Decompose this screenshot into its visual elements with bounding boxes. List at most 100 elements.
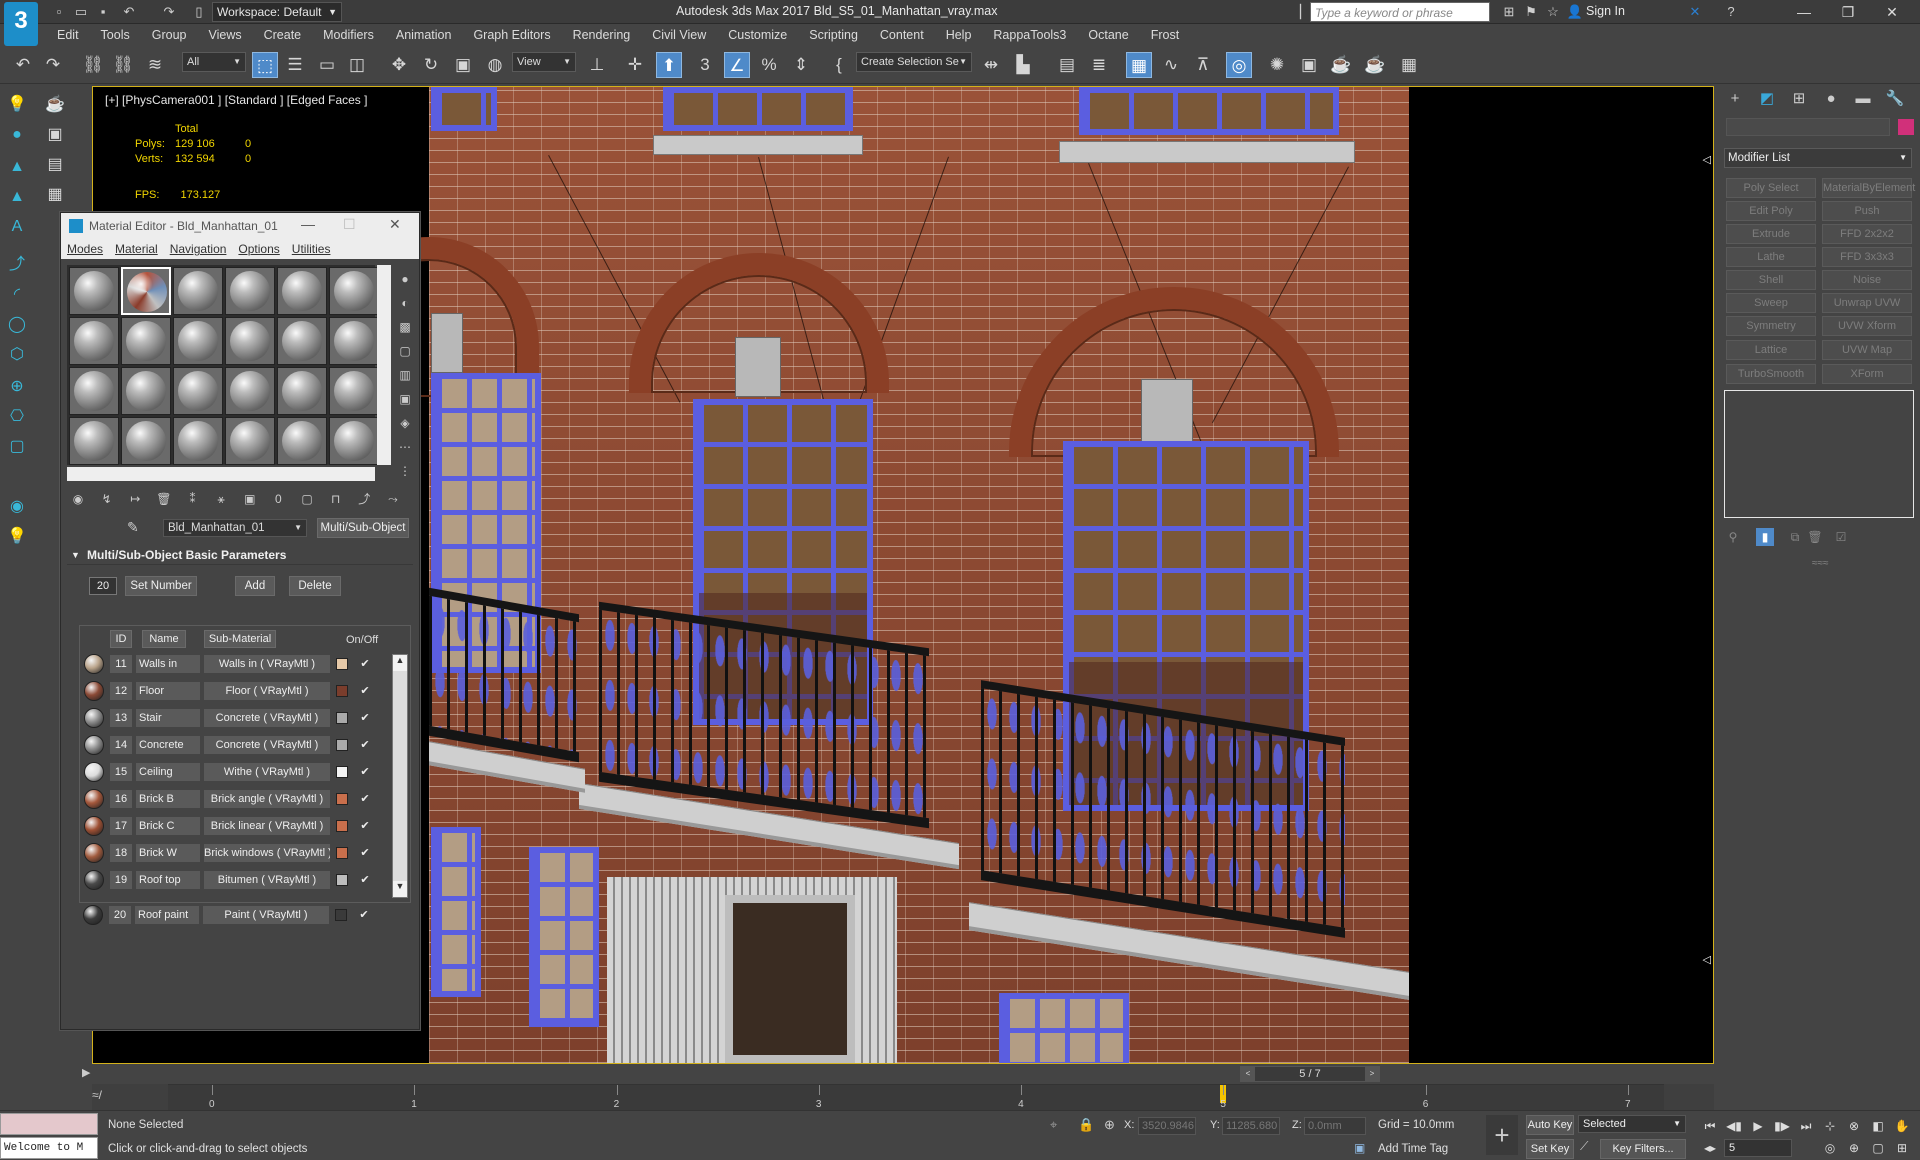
viewport-label[interactable]: [+] [PhysCamera001 ] [Standard ] [Edged …	[105, 93, 367, 107]
exchange-apps-icon[interactable]: ✕	[1686, 3, 1704, 21]
select-by-material-icon[interactable]: ⋯	[395, 437, 415, 457]
menu-help[interactable]: Help	[935, 28, 983, 42]
submat-name-field[interactable]: Stair	[136, 709, 200, 727]
submat-color-swatch[interactable]	[336, 658, 348, 670]
slot-vertical-scrollbar[interactable]	[377, 265, 391, 465]
maximize-icon[interactable]: ☐	[343, 216, 356, 233]
material-editor-titlebar[interactable]: Material Editor - Bld_Manhattan_01 — ☐ ✕	[61, 213, 419, 239]
pin-stack-icon[interactable]: ⚲	[1724, 528, 1742, 546]
submat-name-field[interactable]: Walls in	[136, 655, 200, 673]
track-bar-ruler[interactable]: 0 1 2 3 4 5 6 7	[168, 1084, 1664, 1110]
submat-onoff-checkbox[interactable]: ✔	[358, 819, 372, 833]
maxscript-listener-mini[interactable]	[0, 1113, 98, 1135]
rollout-header[interactable]: ▼ Multi/Sub-Object Basic Parameters	[67, 545, 413, 565]
x-coord-field[interactable]: 3520.9846	[1138, 1117, 1196, 1135]
submat-onoff-checkbox[interactable]: ✔	[358, 738, 372, 752]
help-icon[interactable]: ?	[1722, 3, 1740, 21]
select-manipulate-icon[interactable]: ✛	[622, 52, 648, 78]
submat-name-field[interactable]: Ceiling	[136, 763, 200, 781]
modifier-button[interactable]: Shell	[1726, 270, 1816, 290]
orbit-subobject-icon[interactable]: ⊕	[1844, 1139, 1864, 1157]
sample-slot[interactable]	[121, 367, 171, 415]
uv-tiling-icon[interactable]: ▢	[395, 341, 415, 361]
open-file-icon[interactable]: ▭	[72, 3, 90, 21]
next-frame-icon[interactable]: ▮▶	[1772, 1117, 1792, 1135]
show-shaded-icon[interactable]: ▢	[296, 489, 318, 509]
selection-region-icon[interactable]: ▭	[314, 52, 340, 78]
helper-icon[interactable]: ⊕	[6, 376, 28, 398]
time-config-icon[interactable]: ⊞	[1892, 1139, 1912, 1157]
select-object-icon[interactable]: ⬚	[252, 52, 278, 78]
submat-onoff-checkbox[interactable]: ✔	[358, 846, 372, 860]
named-selection-dropdown[interactable]: Create Selection Se ▼	[856, 52, 972, 72]
time-tag-icon[interactable]: ▣	[1354, 1141, 1365, 1155]
spinner-snap-icon[interactable]: ⇕	[788, 52, 814, 78]
submat-button[interactable]: Concrete ( VRayMtl )	[204, 736, 330, 754]
undo-icon[interactable]: ↶	[120, 3, 138, 21]
render-production-icon[interactable]: ☕	[1328, 52, 1354, 78]
go-to-start-icon[interactable]: ⏮	[1700, 1117, 1720, 1135]
col-id-button[interactable]: ID	[110, 630, 132, 648]
modifier-button[interactable]: Lattice	[1726, 340, 1816, 360]
move-icon[interactable]: ✥	[386, 52, 412, 78]
menu-customize[interactable]: Customize	[717, 28, 798, 42]
submat-name-field[interactable]: Roof top	[136, 871, 200, 889]
current-frame-input[interactable]: 5	[1724, 1139, 1792, 1157]
submat-button[interactable]: Concrete ( VRayMtl )	[204, 709, 330, 727]
workspace-dropdown[interactable]: Workspace: Default ▼	[212, 2, 342, 22]
bend-icon[interactable]: ⤴	[6, 254, 28, 276]
search-input[interactable]: Type a keyword or phrase	[1310, 2, 1490, 22]
me-menu-utilities[interactable]: Utilities	[286, 242, 337, 256]
sample-slot[interactable]	[225, 367, 275, 415]
pan-view-icon[interactable]: ✋	[1892, 1117, 1912, 1135]
submat-button[interactable]: Walls in ( VRayMtl )	[204, 655, 330, 673]
minimize-icon[interactable]: —	[301, 216, 315, 232]
field-of-view-icon[interactable]: ◧	[1868, 1117, 1888, 1135]
submat-onoff-checkbox[interactable]: ✔	[358, 765, 372, 779]
modifier-button[interactable]: Symmetry	[1726, 316, 1816, 336]
layer-explorer-icon[interactable]: ≣	[1086, 52, 1112, 78]
modifier-button[interactable]: Unwrap UVW	[1822, 293, 1912, 313]
play-icon[interactable]: ▶	[1748, 1117, 1768, 1135]
selection-lock-icon[interactable]: 🔒	[1078, 1117, 1094, 1133]
box-icon[interactable]: ▲	[6, 156, 28, 178]
scroll-down-icon[interactable]: ▼	[393, 881, 407, 897]
favorites-star-icon[interactable]: ☆	[1544, 3, 1562, 21]
make-copy-icon[interactable]: ⁑	[182, 489, 204, 509]
modifier-button[interactable]: TurboSmooth	[1726, 364, 1816, 384]
object-color-swatch[interactable]	[1898, 119, 1914, 135]
menu-rendering[interactable]: Rendering	[562, 28, 642, 42]
binoculars-icon[interactable]: ⊞	[1500, 3, 1518, 21]
sample-slot[interactable]	[173, 367, 223, 415]
align-icon[interactable]: ▙	[1010, 52, 1036, 78]
configure-modifier-sets-icon[interactable]: ☑	[1832, 528, 1850, 546]
snaps-toggle-icon[interactable]: 3	[692, 52, 718, 78]
submat-color-swatch[interactable]	[336, 766, 348, 778]
sample-slot[interactable]	[329, 417, 379, 465]
curve-editor-icon[interactable]: ∿	[1158, 52, 1184, 78]
sample-type-icon[interactable]: ●	[395, 269, 415, 289]
modifier-button[interactable]: Edit Poly	[1726, 201, 1816, 221]
create-light-icon[interactable]: 💡	[6, 94, 28, 116]
auto-key-button[interactable]: Auto Key	[1526, 1115, 1574, 1135]
redo-icon[interactable]: ↷	[40, 52, 66, 78]
delete-button[interactable]: Delete	[289, 576, 341, 596]
modifier-button[interactable]: UVW Xform	[1822, 316, 1912, 336]
material-editor-icon[interactable]: ◎	[1226, 52, 1252, 78]
absolute-mode-icon[interactable]: ⊕	[1104, 1117, 1115, 1133]
sample-slot[interactable]	[121, 417, 171, 465]
make-unique-icon[interactable]: ⧉	[1786, 528, 1804, 546]
submat-color-swatch[interactable]	[336, 712, 348, 724]
number-of-materials-input[interactable]: 20	[89, 577, 117, 595]
modifier-button[interactable]: Lathe	[1726, 247, 1816, 267]
submaterial-scrollbar[interactable]: ▲ ▼	[392, 654, 408, 898]
menu-civil-view[interactable]: Civil View	[641, 28, 717, 42]
make-unique-icon[interactable]: ⚹	[210, 489, 232, 509]
minimize-icon[interactable]: —	[1782, 2, 1826, 22]
go-forward-sibling-icon[interactable]: ⤳	[382, 489, 404, 509]
submat-name-field[interactable]: Roof paint	[135, 906, 199, 924]
geometry-sphere-icon[interactable]: ●	[6, 124, 28, 146]
menu-group[interactable]: Group	[141, 28, 198, 42]
modifier-button[interactable]: XForm	[1822, 364, 1912, 384]
sample-slot[interactable]	[173, 417, 223, 465]
